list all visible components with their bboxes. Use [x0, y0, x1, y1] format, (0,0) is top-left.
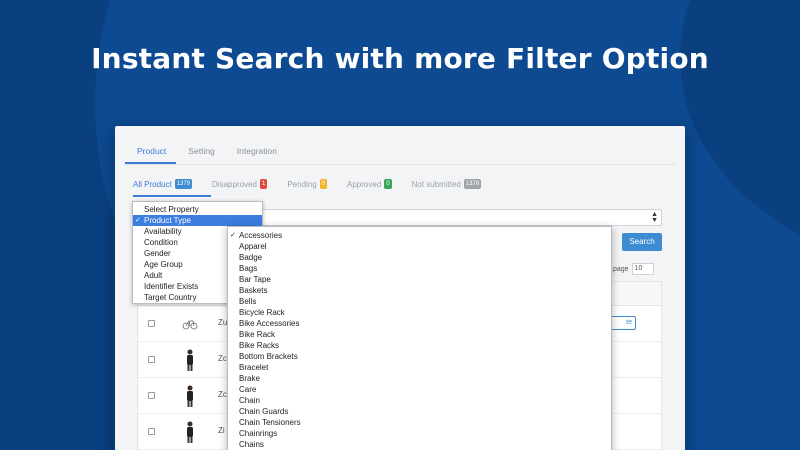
per-page-control: page 10	[613, 263, 654, 275]
search-button[interactable]: Search	[622, 233, 662, 251]
product-type-option-label: Bicycle Rack	[239, 308, 285, 317]
select-arrows-icon: ▲ ▼	[651, 211, 658, 224]
tab-setting[interactable]: Setting	[176, 138, 224, 164]
property-option-label: Target Country	[144, 293, 197, 302]
product-name: Zc	[218, 390, 227, 399]
check-icon: ✓	[135, 217, 141, 224]
status-tab-all-product[interactable]: All Product 1379	[133, 179, 193, 189]
product-type-option[interactable]: Chains	[228, 439, 611, 450]
product-type-option-label: Bar Tape	[239, 275, 271, 284]
product-type-option[interactable]: Bar Tape	[228, 274, 611, 285]
row-checkbox[interactable]	[148, 320, 155, 327]
product-type-option[interactable]: Bottom Brackets	[228, 351, 611, 362]
product-type-option-label: Chainrings	[239, 429, 278, 438]
product-type-option[interactable]: Badge	[228, 252, 611, 263]
status-tab-label: Not submitted	[411, 179, 461, 189]
top-tabs: Product Setting Integration	[125, 138, 287, 164]
product-type-dropdown[interactable]: ✓ Accessories Apparel Badge Bags Bar Tape Bask…	[227, 226, 612, 450]
property-option-label: Adult	[144, 271, 163, 280]
product-type-option[interactable]: Baskets	[228, 285, 611, 296]
row-checkbox[interactable]	[148, 428, 155, 435]
row-checkbox[interactable]	[148, 392, 155, 399]
product-type-option[interactable]: Bike Racks	[228, 340, 611, 351]
per-page-select[interactable]: 10	[631, 263, 654, 275]
product-type-option-label: Bike Accessories	[239, 319, 300, 328]
product-type-option-label: Bags	[239, 264, 258, 273]
status-tab-not-submitted[interactable]: Not submitted 1378	[412, 179, 482, 189]
property-option-label: Identifier Exists	[144, 282, 199, 291]
product-type-option[interactable]: Chain	[228, 395, 611, 406]
property-option-label: Select Property	[144, 205, 199, 214]
tab-integration[interactable]: Integration	[225, 138, 287, 164]
product-type-option[interactable]: Care	[228, 384, 611, 395]
product-type-option-label: Care	[239, 385, 257, 394]
product-type-option-label: Chain Tensioners	[239, 418, 301, 427]
property-option[interactable]: ✓ Product Type	[133, 215, 262, 226]
product-name: Zc	[218, 354, 227, 363]
product-type-option[interactable]: Chain Tensioners	[228, 417, 611, 428]
product-name: Zu	[218, 318, 228, 327]
product-type-option-label: Brake	[239, 374, 260, 383]
status-tab-pending[interactable]: Pending 0	[287, 179, 328, 189]
product-type-option[interactable]: Brake	[228, 373, 611, 384]
product-type-option[interactable]: Chain Guards	[228, 406, 611, 417]
product-type-option[interactable]: Bells	[228, 296, 611, 307]
product-type-option-label: Bells	[239, 297, 257, 306]
product-thumbnail	[184, 384, 196, 408]
row-checkbox[interactable]	[148, 356, 155, 363]
property-option-label: Age Group	[144, 260, 183, 269]
product-type-option[interactable]: Chainrings	[228, 428, 611, 439]
active-tab-indicator	[133, 195, 211, 197]
product-type-option-label: Bike Racks	[239, 341, 280, 350]
property-option-label: Condition	[144, 238, 178, 247]
check-icon: ✓	[230, 232, 236, 239]
status-tab-label: All Product	[133, 179, 172, 189]
product-name: Zi	[218, 426, 225, 435]
product-type-option[interactable]: ✓ Accessories	[228, 230, 611, 241]
product-type-option-label: Chains	[239, 440, 264, 449]
property-option-label: Gender	[144, 249, 171, 258]
headline: Instant Search with more Filter Option	[91, 42, 709, 75]
product-type-option-label: Bike Rack	[239, 330, 276, 339]
status-tab-disapproved[interactable]: Disapproved 1	[212, 179, 268, 189]
count-badge: 1378	[463, 179, 482, 189]
per-page-label: page	[613, 265, 629, 273]
per-page-value: 10	[634, 265, 643, 272]
property-option-label: Product Type	[144, 216, 191, 225]
product-type-option[interactable]: Bracelet	[228, 362, 611, 373]
product-type-option[interactable]: Bike Rack	[228, 329, 611, 340]
product-type-option-label: Bracelet	[239, 363, 269, 372]
count-badge: 0	[319, 179, 328, 189]
property-option-label: Availability	[144, 227, 182, 236]
tab-product[interactable]: Product	[125, 138, 177, 164]
count-badge: 1379	[174, 179, 193, 189]
product-type-option[interactable]: Bags	[228, 263, 611, 274]
count-badge: 0	[384, 179, 392, 189]
row-action-button[interactable]: te	[608, 316, 636, 330]
status-tab-approved[interactable]: Approved 0	[347, 179, 392, 189]
product-type-option-label: Bottom Brackets	[239, 352, 298, 361]
bicycle-icon	[182, 312, 198, 336]
property-option[interactable]: Select Property	[133, 204, 262, 215]
product-type-option[interactable]: Bike Accessories	[228, 318, 611, 329]
product-type-option-label: Baskets	[239, 286, 268, 295]
status-tabs: All Product 1379 Disapproved 1 Pending 0 Appro…	[133, 179, 501, 189]
product-type-option[interactable]: Apparel	[228, 241, 611, 252]
product-type-option-label: Badge	[239, 253, 263, 262]
count-badge: 1	[259, 179, 268, 189]
divider	[125, 164, 675, 165]
product-type-option-label: Chain	[239, 396, 260, 405]
product-type-option-label: Chain Guards	[239, 407, 289, 416]
product-thumbnail	[184, 348, 196, 372]
status-tab-label: Pending	[287, 179, 317, 189]
product-type-option-label: Apparel	[239, 242, 267, 251]
product-type-option[interactable]: Bicycle Rack	[228, 307, 611, 318]
status-tab-label: Disapproved	[212, 179, 257, 189]
product-thumbnail	[184, 420, 196, 444]
product-type-option-label: Accessories	[239, 231, 283, 240]
status-tab-label: Approved	[347, 179, 382, 189]
